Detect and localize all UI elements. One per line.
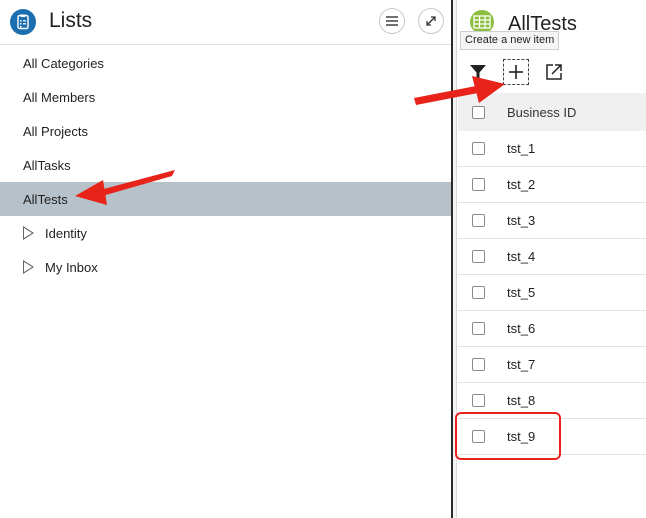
nav-item-label: AllTests — [23, 191, 68, 207]
table-row[interactable]: tst_3 — [458, 203, 646, 239]
expand-triangle-icon[interactable] — [23, 226, 34, 240]
nav-item-label: Identity — [45, 225, 87, 241]
menu-icon — [386, 16, 398, 26]
row-checkbox[interactable] — [472, 250, 485, 263]
grid-header: Business ID — [458, 93, 646, 131]
expand-icon — [426, 16, 436, 26]
expand-button[interactable] — [418, 8, 444, 34]
business-id-cell: tst_2 — [507, 177, 536, 192]
nav-item-all-projects[interactable]: All Projects — [0, 114, 451, 148]
row-checkbox[interactable] — [472, 322, 485, 335]
business-id-cell: tst_5 — [507, 285, 536, 300]
tooltip: Create a new item — [460, 31, 560, 50]
lists-nav: All Categories All Members All Projects … — [0, 46, 451, 284]
business-id-cell: tst_3 — [507, 213, 536, 228]
filter-icon — [470, 65, 486, 79]
nav-item-all-members[interactable]: All Members — [0, 80, 451, 114]
nav-item-alltests[interactable]: AllTests — [0, 182, 451, 216]
nav-item-label: AllTasks — [23, 157, 71, 173]
nav-item-identity[interactable]: Identity — [0, 216, 451, 250]
business-id-cell: tst_1 — [507, 141, 536, 156]
column-header-business-id[interactable]: Business ID — [507, 105, 576, 120]
open-in-new-window-button[interactable] — [541, 59, 567, 85]
select-all-checkbox[interactable] — [472, 105, 485, 119]
nav-item-label: All Projects — [23, 123, 89, 139]
nav-item-all-categories[interactable]: All Categories — [0, 46, 451, 80]
nav-item-my-inbox[interactable]: My Inbox — [0, 250, 451, 284]
page-title: Lists — [49, 9, 93, 32]
lists-app-icon — [10, 9, 36, 35]
expand-triangle-icon[interactable] — [23, 260, 34, 274]
table-row[interactable]: tst_5 — [458, 275, 646, 311]
highlight-box — [455, 412, 561, 460]
filter-button[interactable] — [465, 59, 491, 85]
nav-item-alltasks[interactable]: AllTasks — [0, 148, 451, 182]
table-row[interactable]: tst_2 — [458, 167, 646, 203]
table-row[interactable]: tst_1 — [458, 131, 646, 167]
nav-item-label: All Categories — [23, 55, 104, 71]
items-grid: Business ID tst_1 tst_2 tst_3 tst_4 tst_… — [458, 93, 646, 455]
row-checkbox[interactable] — [472, 394, 485, 407]
row-checkbox[interactable] — [472, 142, 485, 155]
table-row[interactable]: tst_7 — [458, 347, 646, 383]
business-id-cell: tst_8 — [507, 393, 536, 408]
menu-button[interactable] — [379, 8, 405, 34]
lists-header: Lists — [0, 0, 451, 45]
list-toolbar — [458, 54, 646, 92]
table-row[interactable]: tst_6 — [458, 311, 646, 347]
row-checkbox[interactable] — [472, 358, 485, 371]
lists-panel: Lists All Categories All Members All Pro… — [0, 0, 451, 518]
row-checkbox[interactable] — [472, 286, 485, 299]
business-id-cell: tst_7 — [507, 357, 536, 372]
table-row[interactable]: tst_4 — [458, 239, 646, 275]
open-external-icon — [546, 64, 562, 80]
plus-icon — [509, 65, 523, 79]
row-checkbox[interactable] — [472, 178, 485, 191]
business-id-cell: tst_4 — [507, 249, 536, 264]
nav-item-label: All Members — [23, 89, 96, 105]
business-id-cell: tst_6 — [507, 321, 536, 336]
nav-item-label: My Inbox — [45, 259, 98, 275]
create-new-item-button[interactable] — [503, 59, 529, 85]
row-checkbox[interactable] — [472, 214, 485, 227]
